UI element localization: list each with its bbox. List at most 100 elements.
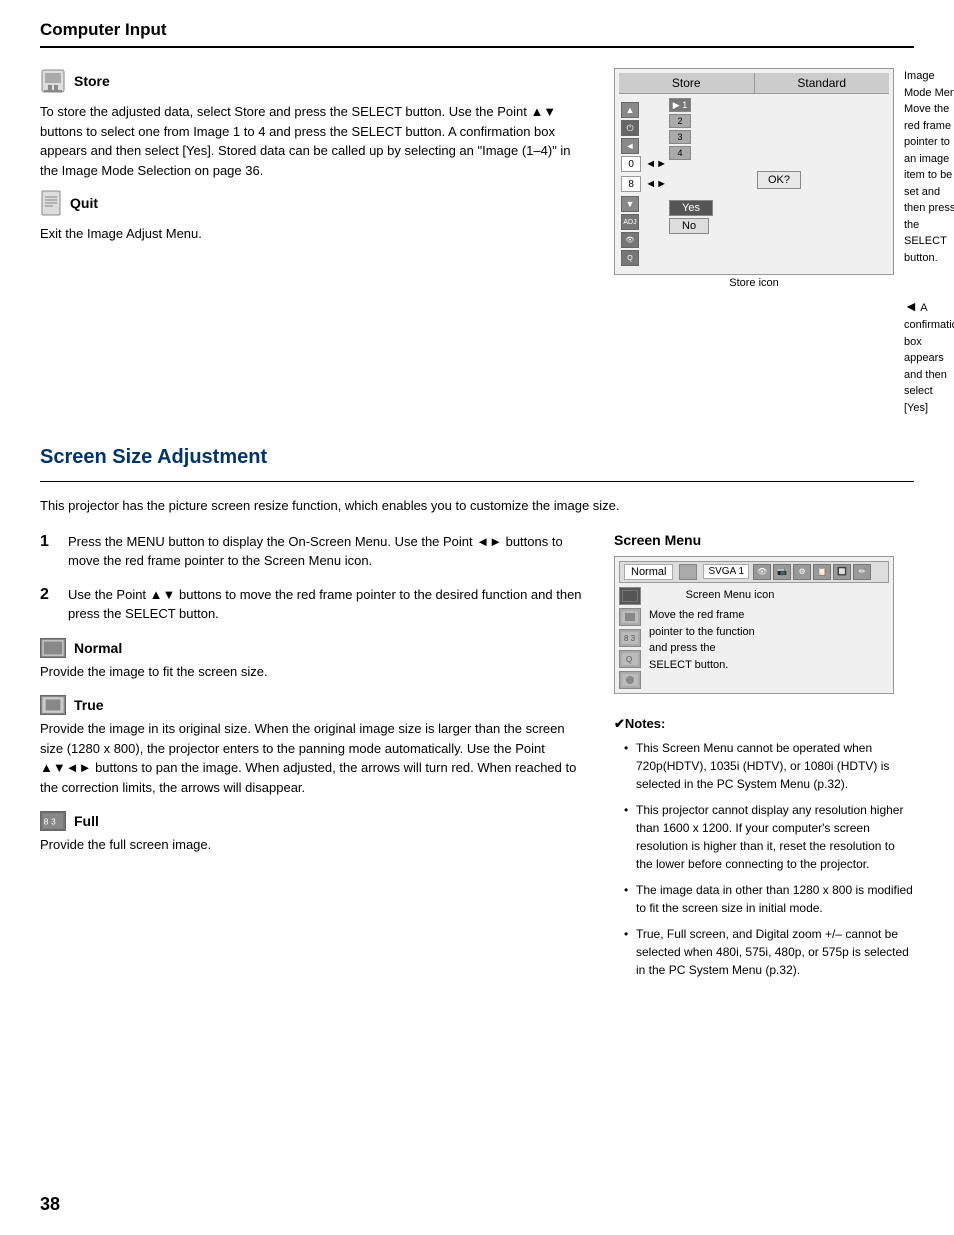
normal-heading: Normal [40,638,584,658]
diag-icon-row-3: ◄ [621,138,667,154]
store-text: To store the adjusted data, select Store… [40,102,584,180]
step-2: 2 Use the Point ▲▼ buttons to move the r… [40,585,584,624]
store-diagram-header: Store Standard [619,73,889,94]
quit-icon [40,190,62,216]
note-item-3: The image data in other than 1280 x 800 … [624,881,914,917]
diag-ok-area: OK? [669,167,889,193]
page-header: Computer Input [40,20,914,48]
diag-icon-row-1: ▲ [621,102,667,118]
screen-menu-area: Screen Menu Normal SVGA 1 👁 📷 ⚙ 📋 [614,532,914,694]
annotation-image-mode: Image Mode MenuMove the red framepointer… [904,68,954,266]
store-heading: Store [40,68,584,94]
true-text: Provide the image in its original size. … [40,719,584,797]
full-label: Full [74,813,99,829]
diag-icon-row-5: ADJ [621,214,667,230]
page-title: Computer Input [40,20,167,39]
store-right-panel: ▶ 1 2 3 4 OK? Yes No [669,98,889,270]
svg-text:Q: Q [626,655,632,664]
notes-title: ✔Notes: [614,714,914,734]
store-diagram-with-notes: Store Standard ▲ ⏻ [614,68,914,416]
diag-input-2: 8 [621,176,641,192]
diag-eye-icon: 👁 [621,232,639,248]
diag-icon-row-2: ⏻ [621,120,667,136]
sm-side-icon-2 [619,608,641,626]
screen-size-title: Screen Size Adjustment [40,446,914,469]
full-icon: 8 3 [40,811,66,831]
sm-icon-4: 📋 [813,564,831,580]
quit-text: Exit the Image Adjust Menu. [40,224,584,244]
screen-menu-annotation: Screen Menu icon Move the red framepoint… [649,587,774,689]
store-diagram: Store Standard ▲ ⏻ [614,68,894,289]
notes-section: ✔Notes: This Screen Menu cannot be opera… [614,714,914,980]
note-item-2: This projector cannot display any resolu… [624,801,914,873]
diag-quit-icon: Q [621,250,639,266]
step-1-number: 1 [40,532,58,571]
true-heading: True [40,695,584,715]
page-container: Computer Input Store To store the adjust… [0,0,954,1235]
true-label: True [74,697,104,713]
diag-power-icon: ⏻ [621,120,639,136]
store-diagram-body: ▲ ⏻ ◄ 0 ◄► [619,98,889,270]
store-header-left: Store [619,73,755,93]
full-heading: 8 3 Full [40,811,584,831]
diag-yes-no: Yes No [669,200,889,234]
step-2-text: Use the Point ▲▼ buttons to move the red… [68,585,584,624]
diag-icon-row-7: Q [621,250,667,266]
diag-icon-row-6: 👁 [621,232,667,248]
store-icon [40,68,66,94]
sm-side-icon-5 [619,671,641,689]
store-header-right: Standard [755,73,890,93]
step-1-text: Press the MENU button to display the On-… [68,532,584,571]
svg-text:8: 8 [44,817,49,827]
store-left: Store To store the adjusted data, select… [40,68,584,416]
diag-arrow-2: ◄► [645,178,667,190]
feature-full: 8 3 Full Provide the full screen image. [40,811,584,855]
svg-text:3: 3 [51,817,56,827]
content-right: Screen Menu Normal SVGA 1 👁 📷 ⚙ 📋 [614,532,914,988]
screen-menu-pointer-caption: Move the red framepointer to the functio… [649,607,774,673]
diag-img-4: 4 [669,146,691,160]
diag-arrow-1: ◄► [645,158,667,170]
true-icon [40,695,66,715]
sm-icon-3: ⚙ [793,564,811,580]
diag-input-row-1: 0 ◄► [621,156,667,172]
normal-text: Provide the image to fit the screen size… [40,662,584,682]
store-left-icons: ▲ ⏻ ◄ 0 ◄► [619,98,669,270]
diag-up-icon: ▲ [621,102,639,118]
screen-menu-side-icons: 8 3 Q [619,587,641,689]
notes-list: This Screen Menu cannot be operated when… [614,739,914,979]
quit-heading: Quit [40,190,584,216]
diag-no-btn[interactable]: No [669,218,709,234]
diag-down-icon: ▼ [621,196,639,212]
store-label: Store [74,73,110,89]
annotation-confirmation: ◄ A confirmationbox appearsand then sele… [904,296,954,416]
diag-yes-btn[interactable]: Yes [669,200,713,216]
diag-img-2: 2 [669,114,691,128]
screen-menu-icon-caption: Screen Menu icon [649,587,774,604]
step-1: 1 Press the MENU button to display the O… [40,532,584,571]
sm-icon-2: 📷 [773,564,791,580]
screen-menu-header: Normal SVGA 1 👁 📷 ⚙ 📋 🔲 ✏ [619,561,889,583]
screen-menu-svga: SVGA 1 [703,564,749,579]
screen-menu-normal: Normal [624,564,673,580]
page-number: 38 [40,1194,60,1215]
screen-size-intro: This projector has the picture screen re… [40,496,914,516]
main-content: 1 Press the MENU button to display the O… [40,532,914,988]
store-section: Store To store the adjusted data, select… [40,68,914,416]
diag-adjust-icon: ADJ [621,214,639,230]
note-item-4: True, Full screen, and Digital zoom +/– … [624,925,914,979]
diag-ok-box: OK? [757,171,801,189]
store-icon-caption: Store icon [614,277,894,289]
sm-side-icon-1 [619,587,641,605]
screen-menu-icons: 👁 📷 ⚙ 📋 🔲 ✏ [753,564,871,580]
screen-menu-body: 8 3 Q [619,587,889,689]
quit-label: Quit [70,195,98,211]
diag-icon-row-4: ▼ [621,196,667,212]
full-text: Provide the full screen image. [40,835,584,855]
section-divider [40,481,914,482]
step-2-number: 2 [40,585,58,624]
sm-side-icon-3: 8 3 [619,629,641,647]
feature-normal: Normal Provide the image to fit the scre… [40,638,584,682]
sm-icon-6: ✏ [853,564,871,580]
diag-left-icon: ◄ [621,138,639,154]
